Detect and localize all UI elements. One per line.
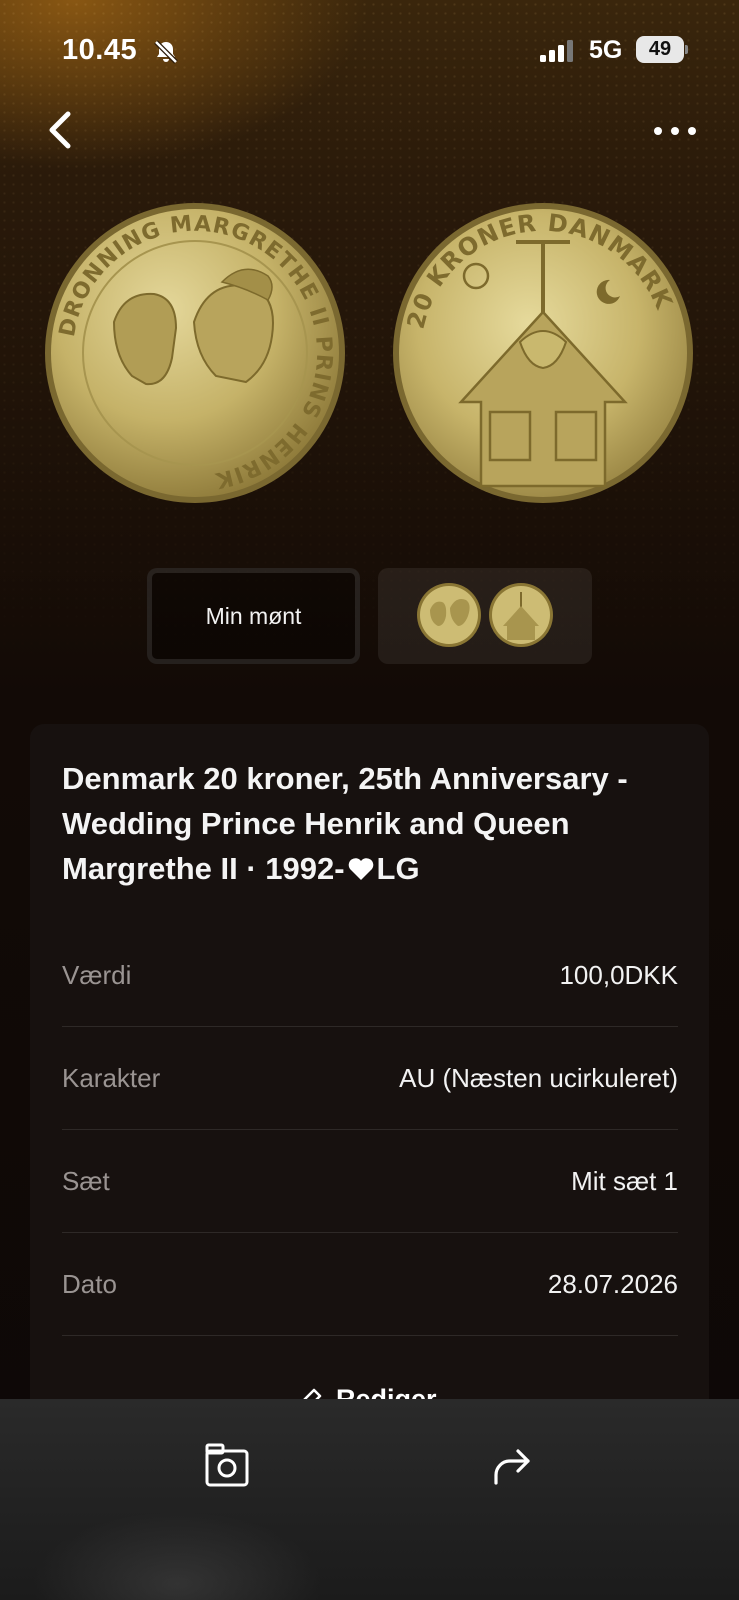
coin-title: Denmark 20 kroner, 25th Anniversary - We… (62, 756, 682, 891)
battery-icon: 49 (636, 36, 688, 63)
detail-label: Karakter (62, 1063, 161, 1093)
share-icon[interactable] (490, 1443, 536, 1489)
coin-detail-card: Denmark 20 kroner, 25th Anniversary - We… (30, 724, 709, 1424)
detail-label: Dato (62, 1269, 117, 1299)
tab-my-coin-label: Min mønt (205, 603, 302, 629)
coin-title-mintmark: LG (376, 851, 420, 886)
detail-row-set: Sæt Mit sæt 1 (62, 1130, 678, 1233)
chevron-left-icon[interactable] (40, 104, 82, 156)
reference-coin-obverse-thumbnail (417, 583, 481, 647)
network-type: 5G (589, 36, 623, 64)
coin-obverse-image[interactable]: DRONNING MARGRETHE II PRINS HENRIK (44, 202, 346, 504)
detail-row-date: Dato 28.07.2026 (62, 1233, 678, 1336)
ellipsis-icon[interactable] (652, 118, 698, 144)
heart-icon (348, 858, 373, 880)
status-time: 10.45 (62, 34, 138, 66)
coin-reverse-image[interactable]: 20 KRONER DANMARK (392, 202, 694, 504)
detail-value: Mit sæt 1 (571, 1166, 678, 1196)
bottom-toolbar (0, 1399, 739, 1600)
bell-slash-icon (154, 40, 178, 64)
tab-reference-coin[interactable] (378, 568, 592, 664)
detail-value: AU (Næsten ucirkuleret) (399, 1063, 678, 1093)
camera-icon[interactable] (204, 1443, 250, 1489)
detail-row-grade: Karakter AU (Næsten ucirkuleret) (62, 1027, 678, 1130)
status-bar: 10.45 5G 49 (0, 0, 739, 100)
detail-row-value: Værdi 100,0DKK (62, 924, 678, 1027)
detail-value: 28.07.2026 (547, 1269, 678, 1299)
reference-coin-reverse-thumbnail (489, 583, 553, 647)
detail-label: Sæt (62, 1166, 110, 1196)
tab-my-coin[interactable]: Min mønt (147, 568, 360, 664)
battery-level: 49 (648, 38, 672, 60)
detail-value: 100,0DKK (559, 960, 678, 990)
coin-title-text: Denmark 20 kroner, 25th Anniversary - We… (62, 761, 628, 886)
signal-icon (540, 40, 573, 62)
detail-label: Værdi (62, 960, 132, 990)
